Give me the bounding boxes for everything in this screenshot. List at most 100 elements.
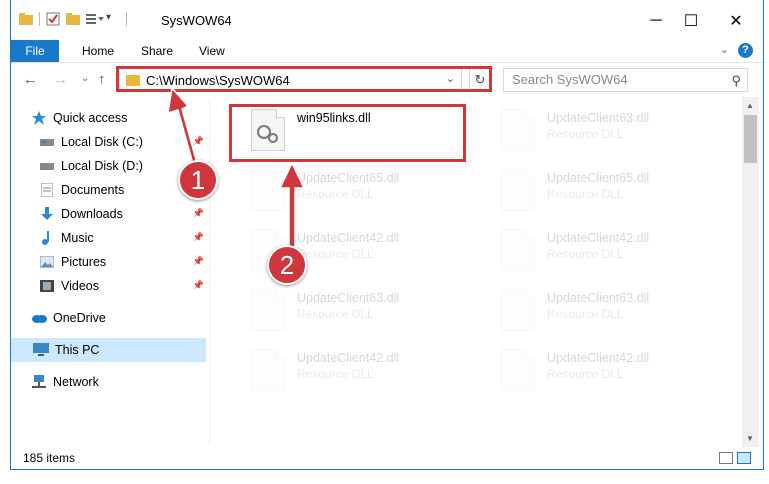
pin-icon[interactable]: 📌 [193,232,204,243]
ribbon-tabs: File Home Share View ⌄ ? [11,40,763,63]
pane-divider[interactable] [209,100,210,445]
vertical-scrollbar[interactable]: ▲ ▼ [742,97,759,447]
sidebar-item-local-disk-c[interactable]: Local Disk (C:) 📌 [39,130,206,154]
file-type: Resource DLL [297,187,374,201]
status-bar: 185 items [11,448,763,468]
search-input[interactable]: Search SysWOW64 ⚲ [503,68,748,92]
sidebar-item-downloads[interactable]: Downloads 📌 [39,202,206,226]
back-button[interactable]: ← [23,71,38,88]
scroll-up-icon[interactable]: ▲ [746,101,754,110]
sidebar-item-label: Documents [61,183,125,197]
sidebar-item-network[interactable]: Network [31,370,206,394]
sidebar-item-label: Network [53,375,99,389]
file-highlight [229,104,466,162]
file-item[interactable]: UpdateClient65.dll Resource DLL [231,163,461,219]
drive-icon [39,158,55,174]
file-item[interactable]: UpdateClient63.dll Resource DLL [481,103,711,159]
sidebar-item-label: Videos [61,279,99,293]
sidebar-item-videos[interactable]: Videos 📌 [39,274,206,298]
file-item[interactable]: UpdateClient63.dll Resource DLL [231,283,461,339]
file-type: Resource DLL [297,247,374,261]
dll-file-icon [501,229,535,271]
search-icon[interactable]: ⚲ [731,70,741,92]
sidebar-item-label: This PC [55,343,100,357]
tab-home[interactable]: Home [82,44,114,58]
dll-file-icon [251,169,285,211]
navigation-pane: Quick access Local Disk (C:) 📌 Local Dis… [11,100,206,445]
file-type: Resource DLL [547,187,624,201]
file-type: Resource DLL [297,367,374,381]
file-name: UpdateClient63.dll [297,291,400,305]
item-count: 185 items [23,451,76,465]
qat-separator [126,12,127,26]
folder-icon[interactable] [19,12,33,26]
file-type: Resource DLL [547,367,624,381]
download-icon [39,206,55,222]
dll-file-icon [501,169,535,211]
close-button[interactable]: ✕ [721,8,751,34]
customize-qat-icon[interactable] [86,12,104,26]
maximize-button[interactable]: ☐ [676,8,706,34]
sidebar-item-onedrive[interactable]: OneDrive [31,306,206,330]
step-1-badge: 1 [178,160,218,200]
sidebar-item-pictures[interactable]: Pictures 📌 [39,250,206,274]
scroll-down-icon[interactable]: ▼ [746,434,754,443]
file-name: UpdateClient42.dll [547,231,650,245]
sidebar-item-music[interactable]: Music 📌 [39,226,206,250]
file-name: UpdateClient42.dll [547,351,650,365]
dll-file-icon [251,349,285,391]
pin-icon[interactable]: 📌 [193,136,204,147]
qat-dropdown-icon[interactable]: ▾ [106,12,120,26]
file-item[interactable]: UpdateClient42.dll Resource DLL [481,343,711,399]
tab-file[interactable]: File [11,40,59,62]
file-item[interactable]: UpdateClient42.dll Resource DLL [231,223,461,279]
file-item[interactable]: UpdateClient42.dll Resource DLL [231,343,461,399]
pin-icon[interactable]: 📌 [193,208,204,219]
file-item[interactable]: UpdateClient65.dll Resource DLL [481,163,711,219]
videos-icon [39,278,55,294]
file-type: Resource DLL [547,127,624,141]
sidebar-item-label: Music [61,231,94,245]
file-name: UpdateClient65.dll [297,171,400,185]
pin-icon[interactable]: 📌 [193,280,204,291]
recent-locations-button[interactable]: ⌄ [81,73,89,84]
star-icon [31,110,47,126]
minimize-button[interactable]: ─ [641,8,671,34]
dll-file-icon [501,349,535,391]
scrollbar-thumb[interactable] [744,115,757,163]
sidebar-item-label: OneDrive [53,311,106,325]
up-button[interactable]: ↑ [98,71,106,88]
music-icon [39,230,55,246]
file-name: UpdateClient63.dll [547,111,650,125]
file-type: Resource DLL [547,307,624,321]
tab-share[interactable]: Share [141,44,173,58]
properties-icon[interactable] [46,12,60,26]
window-title: SysWOW64 [161,13,232,28]
tab-view[interactable]: View [199,44,225,58]
address-bar-highlight [116,66,492,92]
large-icons-view-icon[interactable] [737,452,751,464]
file-name: UpdateClient63.dll [547,291,650,305]
new-folder-icon[interactable] [66,12,80,26]
expand-ribbon-icon[interactable]: ⌄ [720,43,729,56]
cloud-icon [31,310,47,326]
dll-file-icon [501,289,535,331]
forward-button[interactable]: → [53,71,68,88]
sidebar-item-quick-access[interactable]: Quick access [31,106,206,130]
file-item[interactable]: UpdateClient42.dll Resource DLL [481,223,711,279]
view-switcher [719,452,751,464]
dll-file-icon [501,109,535,151]
dll-file-icon [251,289,285,331]
title-bar: ▾ SysWOW64 ─ ☐ ✕ [11,0,763,40]
help-icon[interactable]: ? [738,43,753,58]
sidebar-item-label: Quick access [53,111,128,125]
sidebar-item-label: Local Disk (C:) [61,135,143,149]
details-view-icon[interactable] [719,452,733,464]
pin-icon[interactable]: 📌 [193,256,204,267]
network-icon [31,374,47,390]
file-name: UpdateClient42.dll [297,351,400,365]
sidebar-item-this-pc[interactable]: This PC [11,338,206,362]
step-2-badge: 2 [267,245,307,285]
file-item[interactable]: UpdateClient63.dll Resource DLL [481,283,711,339]
sidebar-item-label: Pictures [61,255,107,269]
